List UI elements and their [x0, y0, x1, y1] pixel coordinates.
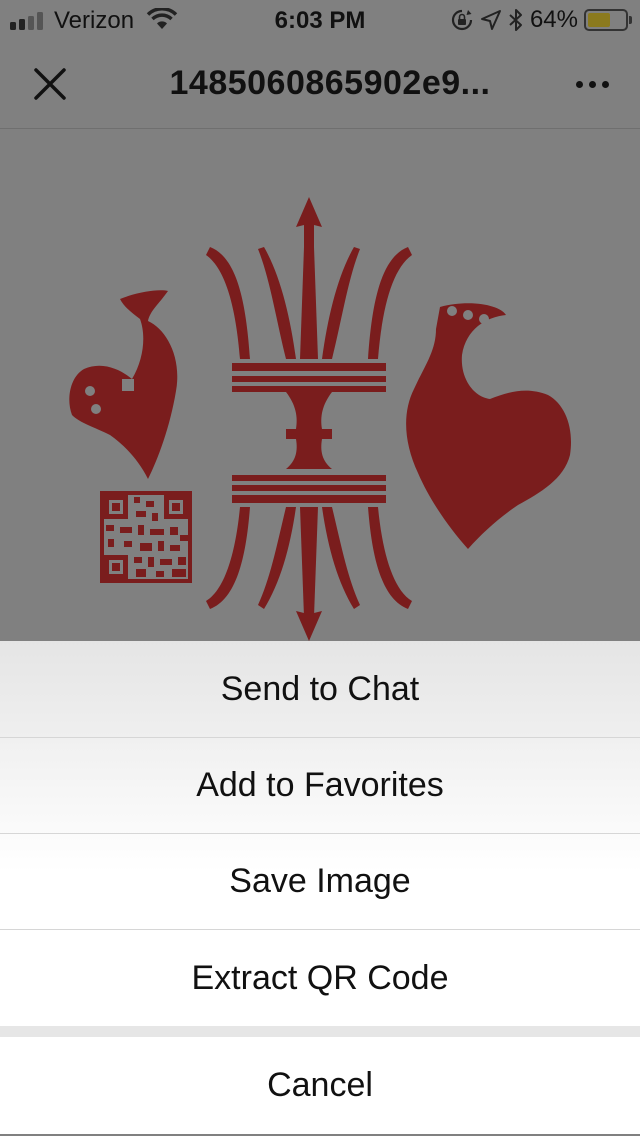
status-right-group: 64% — [450, 6, 632, 34]
add-to-favorites-button[interactable]: Add to Favorites — [0, 738, 640, 834]
close-icon — [34, 68, 66, 100]
action-sheet: Send to Chat Add to Favorites Save Image… — [0, 641, 640, 1136]
battery-percent: 64% — [529, 6, 578, 33]
rooster-icon — [69, 290, 178, 479]
send-to-chat-button[interactable]: Send to Chat — [0, 641, 640, 738]
more-icon-dot — [575, 80, 583, 88]
cancel-button[interactable]: Cancel — [0, 1037, 640, 1134]
action-sheet-divider — [0, 1026, 640, 1037]
more-options-button[interactable] — [570, 70, 614, 98]
image-preview[interactable] — [0, 129, 640, 641]
close-button[interactable] — [26, 60, 74, 108]
more-icon-dot — [588, 80, 596, 88]
qr-code-icon — [100, 491, 192, 583]
battery-icon — [584, 9, 632, 31]
year-of-rooster-image — [69, 197, 572, 641]
bluetooth-icon — [509, 9, 522, 31]
action-sheet-options: Send to Chat Add to Favorites Save Image… — [0, 641, 640, 1026]
navigation-bar: 1485060865902e9... — [0, 40, 640, 129]
more-icon-dot — [601, 80, 609, 88]
status-bar: Verizon 6:03 PM 64% — [0, 0, 640, 40]
rooster-icon — [406, 303, 572, 549]
battery-level-fill — [588, 13, 610, 27]
trident-icon — [206, 197, 412, 641]
location-icon — [480, 10, 501, 30]
page-title: 1485060865902e9... — [169, 64, 491, 102]
extract-qr-code-button[interactable]: Extract QR Code — [0, 930, 640, 1026]
orientation-lock-icon — [451, 9, 473, 31]
save-image-button[interactable]: Save Image — [0, 834, 640, 930]
